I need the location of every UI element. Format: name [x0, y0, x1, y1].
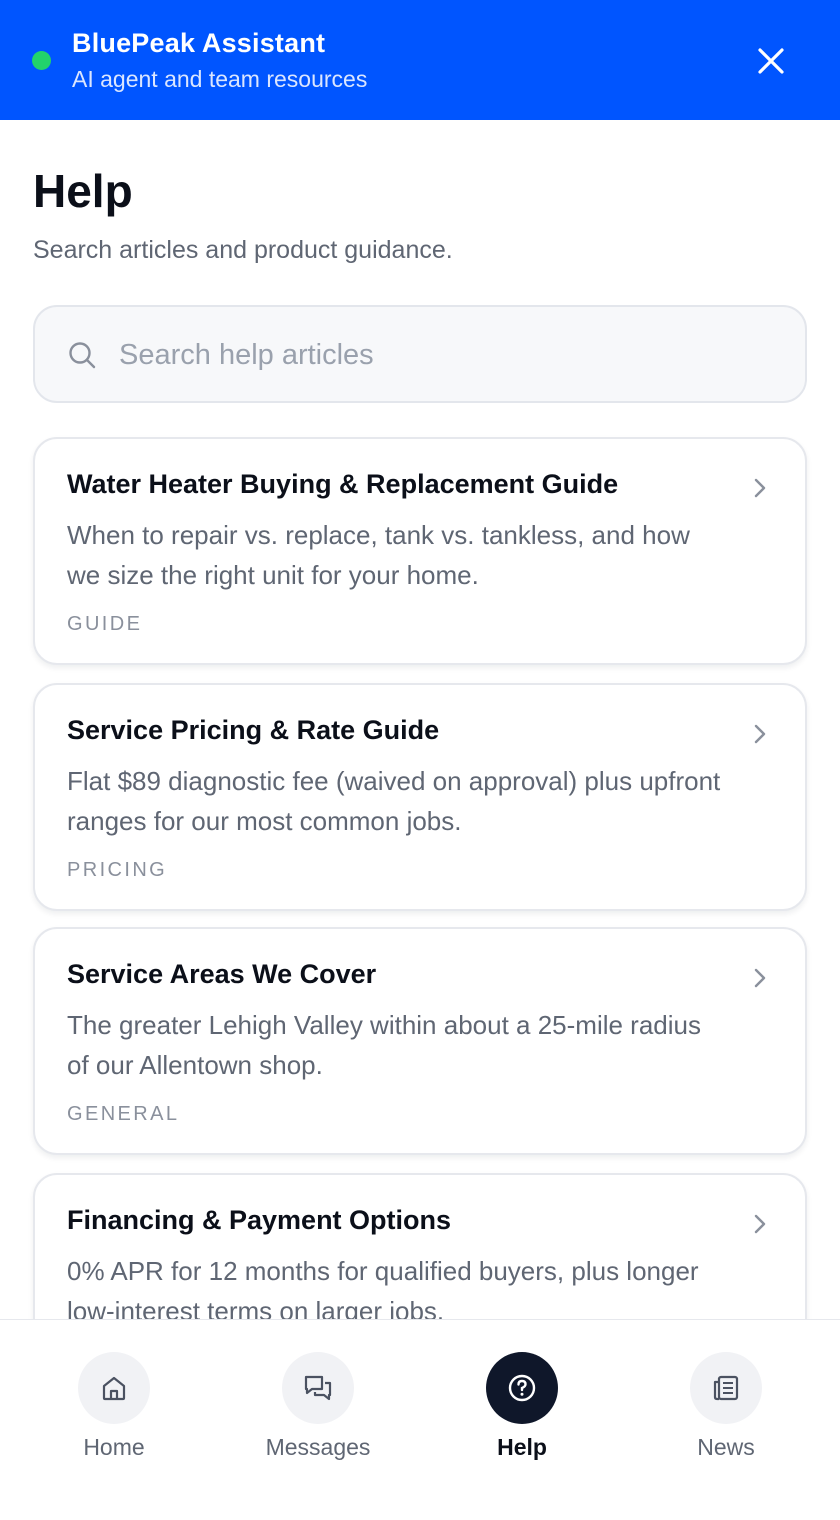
nav-icon-circle	[78, 1352, 150, 1424]
article-card[interactable]: Water Heater Buying & Replacement Guide …	[33, 437, 807, 665]
article-description: When to repair vs. replace, tank vs. tan…	[67, 520, 690, 590]
chevron-right-icon	[754, 724, 766, 744]
article-title: Financing & Payment Options	[67, 1205, 452, 1235]
help-icon	[508, 1374, 536, 1402]
nav-label-help: Help	[497, 1434, 547, 1460]
close-button[interactable]	[750, 40, 792, 82]
article-category-tag: GUIDE	[67, 613, 143, 635]
article-description: 0% APR for 12 months for qualified buyer…	[67, 1256, 699, 1319]
home-icon	[102, 1376, 126, 1401]
chevron-right-icon	[754, 968, 766, 988]
article-card[interactable]: Service Pricing & Rate Guide Flat $89 di…	[33, 683, 807, 911]
page-title: Help	[33, 165, 133, 217]
article-category-tag: PRICING	[67, 859, 168, 881]
nav-label-messages: Messages	[265, 1434, 371, 1460]
nav-label-news: News	[697, 1434, 755, 1460]
header-title: BluePeak Assistant	[72, 28, 326, 58]
nav-item-help[interactable]: Help	[442, 1352, 602, 1472]
online-status-dot	[32, 51, 51, 70]
article-card[interactable]: Financing & Payment Options 0% APR for 1…	[33, 1173, 807, 1319]
header-subtitle: AI agent and team resources	[72, 66, 368, 92]
assistant-header: BluePeak Assistant AI agent and team res…	[0, 0, 840, 120]
nav-label-home: Home	[83, 1434, 145, 1460]
bottom-nav: Home Messages Help News	[0, 1319, 840, 1520]
article-title: Service Areas We Cover	[67, 959, 377, 989]
search-input[interactable]	[119, 327, 779, 383]
nav-icon-circle	[690, 1352, 762, 1424]
nav-item-news[interactable]: News	[646, 1352, 806, 1472]
chevron-right-icon	[754, 478, 766, 498]
article-description: Flat $89 diagnostic fee (waived on appro…	[67, 766, 721, 836]
search-icon	[69, 342, 96, 369]
chevron-right-icon	[754, 1214, 766, 1234]
news-icon	[713, 1375, 739, 1401]
article-category-tag: GENERAL	[67, 1103, 180, 1125]
article-description: The greater Lehigh Valley within about a…	[67, 1010, 701, 1080]
article-title: Service Pricing & Rate Guide	[67, 715, 440, 745]
nav-item-messages[interactable]: Messages	[238, 1352, 398, 1472]
search-box[interactable]	[33, 305, 807, 403]
article-card[interactable]: Service Areas We Cover The greater Lehig…	[33, 927, 807, 1155]
nav-item-home[interactable]: Home	[34, 1352, 194, 1472]
nav-icon-circle-active	[486, 1352, 558, 1424]
article-list[interactable]: Water Heater Buying & Replacement Guide …	[0, 420, 840, 1319]
article-title: Water Heater Buying & Replacement Guide	[67, 469, 619, 499]
page-subtitle: Search articles and product guidance.	[33, 236, 453, 264]
close-icon	[758, 48, 784, 74]
messages-icon	[304, 1375, 332, 1401]
nav-icon-circle	[282, 1352, 354, 1424]
